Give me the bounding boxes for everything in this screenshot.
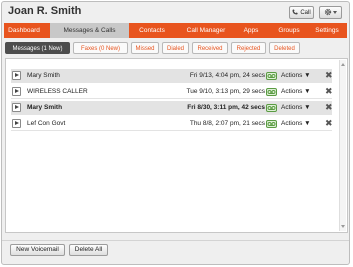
actions-dropdown[interactable]: Actions ▼	[281, 104, 311, 111]
voicemail-icon[interactable]	[266, 72, 277, 80]
call-button-label: Call	[300, 9, 311, 16]
caller-name: Lef Con Govt	[27, 120, 66, 127]
settings-menu-button[interactable]	[319, 6, 342, 19]
tab-deleted[interactable]: Deleted	[269, 42, 300, 54]
page-title: Joan R. Smith	[8, 5, 82, 17]
caller-name: Mary Smith	[27, 104, 63, 111]
voicemail-icon[interactable]	[266, 120, 277, 128]
play-icon[interactable]	[12, 119, 21, 128]
chevron-down-icon	[333, 9, 337, 16]
nav-call-manager[interactable]: Call Manager	[176, 23, 236, 38]
nav-contacts[interactable]: Contacts	[134, 23, 170, 38]
caller-name: WIRELESS CALLER	[27, 88, 88, 95]
scroll-down-icon[interactable]	[340, 224, 346, 230]
nav-settings[interactable]: Settings	[310, 23, 344, 38]
voicemail-icon[interactable]	[266, 104, 277, 112]
phone-icon	[292, 9, 299, 17]
scrollbar[interactable]	[339, 60, 346, 231]
tab-dialed[interactable]: Dialed	[162, 42, 189, 54]
nav-groups[interactable]: Groups	[274, 23, 304, 38]
footer-toolbar: New Voicemail Delete All	[2, 240, 349, 264]
gear-icon	[324, 8, 332, 18]
nav-messages-calls[interactable]: Messages & Calls	[50, 23, 129, 38]
message-row[interactable]: Lef Con Govt Thu 8/8, 2:07 pm, 21 secs A…	[11, 117, 333, 131]
actions-dropdown[interactable]: Actions ▼	[281, 120, 311, 127]
app-window: Joan R. Smith Call Dashboard Messages & …	[1, 1, 350, 265]
nav-apps[interactable]: Apps	[240, 23, 262, 38]
actions-dropdown[interactable]: Actions ▼	[281, 72, 311, 79]
tab-rejected[interactable]: Rejected	[231, 42, 266, 54]
delete-icon[interactable]: ✖	[325, 70, 333, 82]
delete-icon[interactable]: ✖	[325, 86, 333, 98]
caller-name: Mary Smith	[27, 72, 60, 79]
play-icon[interactable]	[12, 87, 21, 96]
message-datetime: Fri 9/13, 4:04 pm, 24 secs	[189, 72, 265, 79]
message-datetime: Thu 8/8, 2:07 pm, 21 secs	[189, 120, 265, 127]
title-bar: Joan R. Smith Call	[2, 2, 349, 21]
call-button[interactable]: Call	[289, 6, 314, 19]
tab-received[interactable]: Received	[192, 42, 228, 54]
tab-messages[interactable]: Messages (1 New)	[5, 42, 70, 54]
delete-all-button[interactable]: Delete All	[69, 244, 108, 256]
nav-dashboard[interactable]: Dashboard	[4, 23, 44, 38]
play-icon[interactable]	[12, 71, 21, 80]
tab-faxes[interactable]: Faxes (0 New)	[73, 42, 128, 54]
play-icon[interactable]	[12, 103, 21, 112]
delete-icon[interactable]: ✖	[325, 118, 333, 130]
scroll-up-icon[interactable]	[340, 61, 346, 67]
message-row[interactable]: Mary Smith Fri 8/30, 3:11 pm, 42 secs Ac…	[11, 101, 333, 115]
tab-missed[interactable]: Missed	[131, 42, 159, 54]
message-row[interactable]: WIRELESS CALLER Tue 9/10, 3:13 pm, 29 se…	[11, 85, 333, 99]
voicemail-icon[interactable]	[266, 88, 277, 96]
delete-icon[interactable]: ✖	[325, 102, 333, 114]
message-datetime: Tue 9/10, 3:13 pm, 29 secs	[186, 88, 265, 95]
messages-list: Mary Smith Fri 9/13, 4:04 pm, 24 secs Ac…	[5, 58, 348, 233]
message-subtabs: Messages (1 New) Faxes (0 New) Missed Di…	[5, 42, 349, 55]
actions-dropdown[interactable]: Actions ▼	[281, 88, 311, 95]
message-row[interactable]: Mary Smith Fri 9/13, 4:04 pm, 24 secs Ac…	[11, 69, 333, 83]
message-datetime: Fri 8/30, 3:11 pm, 42 secs	[187, 104, 265, 111]
main-nav: Dashboard Messages & Calls Contacts Call…	[4, 23, 347, 38]
new-voicemail-button[interactable]: New Voicemail	[10, 244, 65, 256]
